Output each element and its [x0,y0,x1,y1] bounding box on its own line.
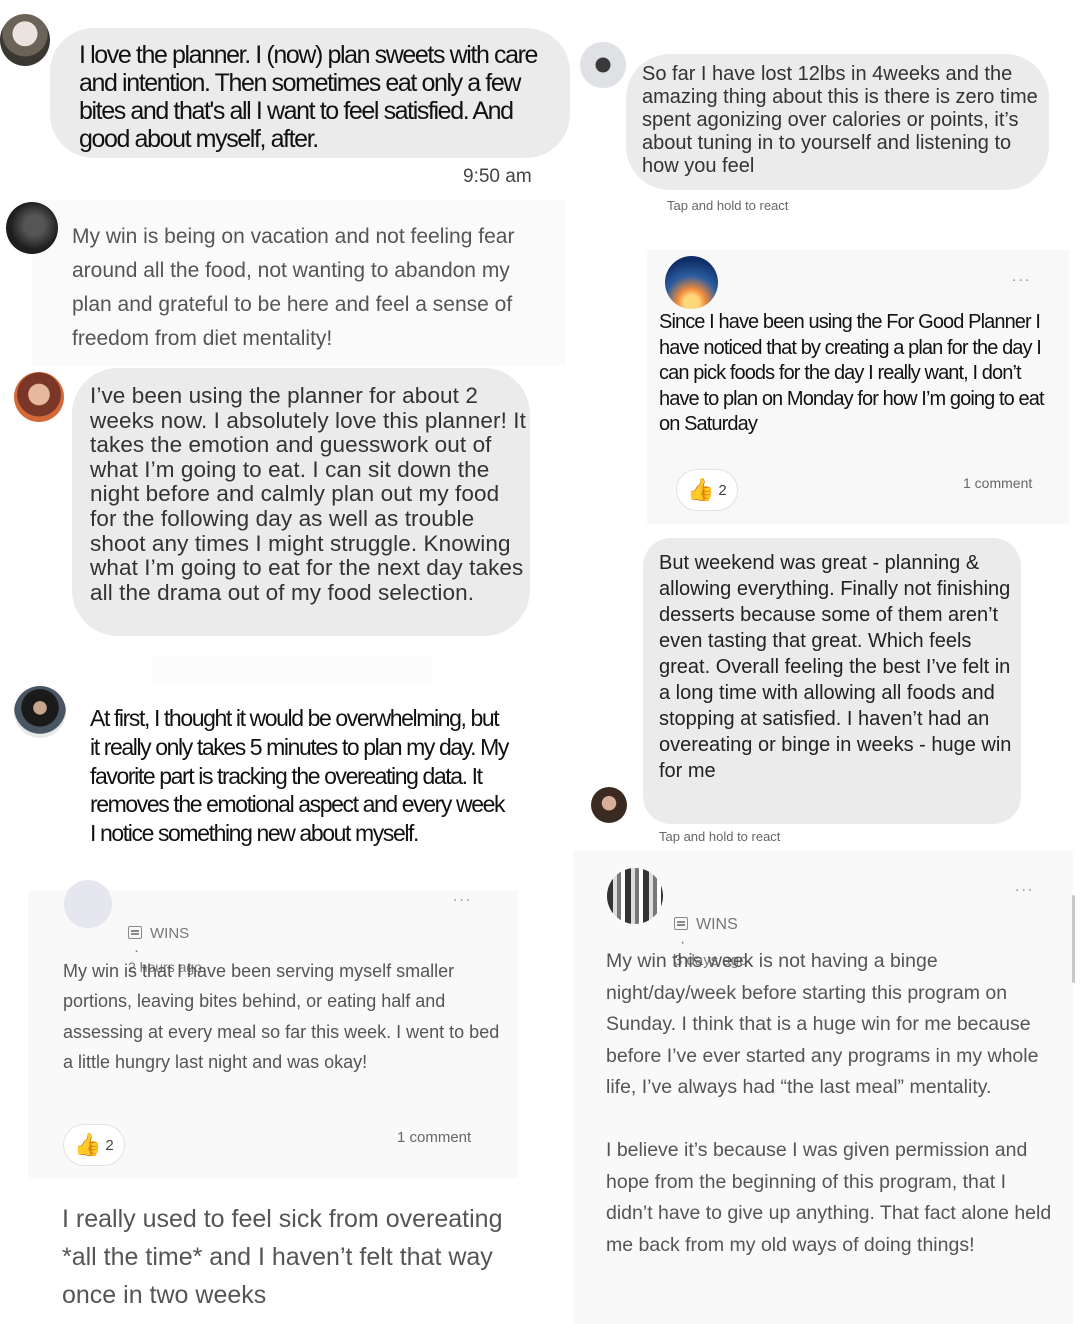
message-text: I’ve been using the planner for about 2 … [90,383,526,605]
reaction-button[interactable]: 👍 2 [63,1124,125,1166]
reaction-count: 2 [105,1136,114,1154]
react-hint: Tap and hold to react [667,198,789,213]
avatar [591,787,627,823]
more-dots-icon[interactable]: ... [1015,878,1034,896]
post-text: At first, I thought it would be overwhel… [90,705,509,847]
avatar [607,868,663,924]
message-time: 9:50 am [463,166,532,187]
thumbs-up-icon: 👍 [687,477,715,502]
avatar [64,880,112,928]
comment-count[interactable]: 1 comment [963,475,1032,491]
post-text: Since I have been using the For Good Pla… [659,311,1045,435]
avatar [14,372,64,422]
message-text: So far I have lost 12lbs in 4weeks and t… [642,63,1038,177]
avatar [580,42,626,88]
message-text: I love the planner. I (now) plan sweets … [79,41,538,153]
post-text: My win is being on vacation and not feel… [72,225,515,350]
thumbs-up-icon: 👍 [74,1132,102,1157]
reaction-button[interactable]: 👍 2 [676,469,738,511]
post-card [152,655,432,685]
avatar [6,202,58,254]
comment-count[interactable]: 1 comment [397,1129,471,1146]
post-text: My win this week is not having a binge n… [606,950,1052,1256]
reaction-count: 2 [718,481,727,499]
more-dots-icon[interactable]: ... [453,888,472,906]
list-icon [674,917,688,930]
post-text: I really used to feel sick from overeati… [62,1205,503,1309]
avatar [665,256,718,309]
list-icon [128,926,142,939]
avatar [14,686,66,738]
avatar [0,14,50,66]
react-hint: Tap and hold to react [659,829,781,844]
post-text: My win is that I have been serving mysel… [63,961,500,1072]
more-dots-icon[interactable]: ... [1012,268,1031,286]
category-label[interactable]: WINS [150,925,189,942]
category-label[interactable]: WINS [696,916,738,933]
message-text: But weekend was great - planning & allow… [659,552,1012,782]
scrollbar[interactable] [1072,895,1075,983]
